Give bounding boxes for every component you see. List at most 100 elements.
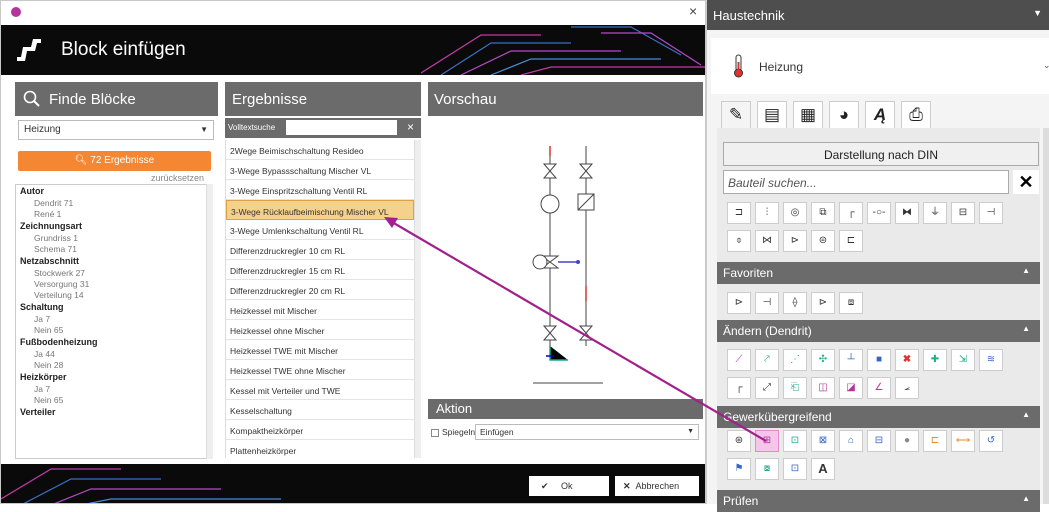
- edit-angle-2-icon[interactable]: ⦟: [895, 377, 919, 399]
- tool-pump-icon[interactable]: ⌽: [727, 230, 751, 252]
- panel-header[interactable]: Haustechnik ▼: [707, 0, 1049, 30]
- tool-shape-icon[interactable]: ⊐: [727, 202, 751, 224]
- text-tool-icon[interactable]: A: [811, 458, 835, 480]
- fav-valve-icon[interactable]: ⟠: [783, 292, 807, 314]
- result-item[interactable]: 3-Wege Bypassschaltung Mischer VL: [226, 160, 414, 180]
- cross-grid-icon[interactable]: ⊠: [811, 430, 835, 452]
- text-style-icon[interactable]: Ą: [865, 101, 895, 129]
- tool-heater-icon[interactable]: ⧉: [811, 202, 835, 224]
- result-item[interactable]: Heizkessel ohne Mischer: [226, 320, 414, 340]
- tool-reducer-icon[interactable]: ⊳: [783, 230, 807, 252]
- clear-component-search-button[interactable]: ✕: [1013, 170, 1039, 194]
- edit-document-icon[interactable]: ⎗: [783, 377, 807, 399]
- facet-option[interactable]: Nein 65: [16, 325, 212, 336]
- facet-option[interactable]: Schema 71: [16, 244, 212, 255]
- edit-extend-icon[interactable]: ⤤: [755, 349, 779, 371]
- facet-option[interactable]: Dendrit 71: [16, 198, 212, 209]
- tool-check-valve-icon[interactable]: ⋈: [755, 230, 779, 252]
- facet-scrollbar[interactable]: [206, 184, 213, 459]
- result-item[interactable]: Heizkessel TWE mit Mischer: [226, 340, 414, 360]
- edit-route-icon[interactable]: ⇲: [951, 349, 975, 371]
- tool-ring-icon[interactable]: ◎: [783, 202, 807, 224]
- edit-diagonal-icon[interactable]: ⤢: [755, 377, 779, 399]
- close-button[interactable]: ×: [689, 3, 697, 19]
- fav-reducer-2-icon[interactable]: ⊳: [811, 292, 835, 314]
- cross-rotate-icon[interactable]: ↺: [979, 430, 1003, 452]
- component-search-input[interactable]: Bauteil suchen...: [723, 170, 1009, 194]
- edit-fill-icon[interactable]: ◫: [811, 377, 835, 399]
- result-item[interactable]: Differenzdruckregler 10 cm RL: [226, 240, 414, 260]
- tool-boiler-icon[interactable]: ⏚: [923, 202, 947, 224]
- cross-panel-icon[interactable]: ⊟: [867, 430, 891, 452]
- facet-option[interactable]: Ja 7: [16, 384, 212, 395]
- reset-link[interactable]: zurücksetzen: [151, 173, 204, 183]
- result-item[interactable]: Heizkessel TWE ohne Mischer: [226, 360, 414, 380]
- result-item[interactable]: 3-Wege Umlenkschaltung Ventil RL: [226, 220, 414, 240]
- tool-radiator-icon[interactable]: ⫶: [755, 202, 779, 224]
- edit-corner-icon[interactable]: ┌: [727, 377, 751, 399]
- result-item[interactable]: Heizkessel mit Mischer: [226, 300, 414, 320]
- results-button[interactable]: 🔍︎ 72 Ergebnisse: [18, 151, 211, 171]
- cross-camera-icon[interactable]: ⧇: [755, 458, 779, 480]
- facet-option[interactable]: Stockwerk 27: [16, 268, 212, 279]
- facet-option[interactable]: Nein 28: [16, 360, 212, 371]
- cross-flag-icon[interactable]: ⚑: [727, 458, 751, 480]
- tool-valve-icon[interactable]: -○-: [867, 202, 891, 224]
- result-item[interactable]: Differenzdruckregler 15 cm RL: [226, 260, 414, 280]
- fav-connector-icon[interactable]: ⊣: [755, 292, 779, 314]
- facet-option[interactable]: Ja 7: [16, 314, 212, 325]
- edit-tee-icon[interactable]: ┴: [839, 349, 863, 371]
- edit-split-icon[interactable]: ⋰: [783, 349, 807, 371]
- home-icon[interactable]: ⌂: [839, 430, 863, 452]
- calculator-icon[interactable]: ▦: [793, 101, 823, 129]
- fav-meter-icon[interactable]: ⧈: [839, 292, 863, 314]
- section-cross-trade[interactable]: Gewerkübergreifend ▲: [717, 406, 1040, 428]
- insert-block-icon[interactable]: ⊞: [755, 430, 779, 452]
- ok-button[interactable]: ✔ Ok: [529, 476, 609, 496]
- edit-join-icon[interactable]: ✣: [811, 349, 835, 371]
- tool-tank-icon[interactable]: ⊟: [951, 202, 975, 224]
- cross-block-edit-icon[interactable]: ⊡: [783, 430, 807, 452]
- result-item[interactable]: 3-Wege Rücklaufbeimischung Mischer VL: [226, 200, 414, 220]
- cross-layers-icon[interactable]: ⊛: [727, 430, 751, 452]
- facet-option[interactable]: Versorgung 31: [16, 279, 212, 290]
- result-item[interactable]: 2Wege Beimischschaltung Resideo: [226, 140, 414, 160]
- clear-search-button[interactable]: ×: [407, 120, 414, 134]
- cross-screen-icon[interactable]: ⊡: [783, 458, 807, 480]
- tool-fitting-icon[interactable]: ⧓: [895, 202, 919, 224]
- tool-pipe-icon[interactable]: ┌: [839, 202, 863, 224]
- edit-add-icon[interactable]: ✚: [923, 349, 947, 371]
- facet-option[interactable]: Grundriss 1: [16, 233, 212, 244]
- cancel-button[interactable]: ✕ Abbrechen: [615, 476, 699, 496]
- section-check[interactable]: Prüfen ▲: [717, 490, 1040, 512]
- edit-fill-2-icon[interactable]: ◪: [839, 377, 863, 399]
- insert-mode-dropdown[interactable]: Einfügen ▼: [475, 424, 699, 440]
- tool-box-icon[interactable]: ⊏: [839, 230, 863, 252]
- facet-option[interactable]: René 1: [16, 209, 212, 220]
- panel-scrollbar[interactable]: [1043, 128, 1049, 504]
- result-item[interactable]: Plattenheizkörper: [226, 440, 414, 458]
- section-favorites[interactable]: Favoriten ▲: [717, 262, 1040, 284]
- facet-option[interactable]: Nein 65: [16, 395, 212, 406]
- category-dropdown[interactable]: Heizung ▼: [18, 120, 214, 140]
- fulltext-input[interactable]: [286, 120, 397, 135]
- tool-connector-icon[interactable]: ⊣: [979, 202, 1003, 224]
- cross-folder-icon[interactable]: ⊏: [923, 430, 947, 452]
- result-item[interactable]: 3-Wege Einspritzschaltung Ventil RL: [226, 180, 414, 200]
- fav-reducer-icon[interactable]: ⊳: [727, 292, 751, 314]
- edit-move-icon[interactable]: ■: [867, 349, 891, 371]
- tool-cylinder-icon[interactable]: ⊜: [811, 230, 835, 252]
- cross-dot-icon[interactable]: ●: [895, 430, 919, 452]
- edit-angle-icon[interactable]: ∠: [867, 377, 891, 399]
- edit-trim-icon[interactable]: ⟋: [727, 349, 751, 371]
- result-item[interactable]: Kessel mit Verteiler und TWE: [226, 380, 414, 400]
- pie-icon[interactable]: ◕: [829, 101, 859, 129]
- facet-option[interactable]: Verteilung 14: [16, 290, 212, 301]
- mirror-checkbox[interactable]: Spiegeln: [431, 427, 475, 437]
- facet-option[interactable]: Ja 44: [16, 349, 212, 360]
- result-item[interactable]: Kesselschaltung: [226, 400, 414, 420]
- edit-delete-icon[interactable]: ✖: [895, 349, 919, 371]
- section-modify[interactable]: Ändern (Dendrit) ▲: [717, 320, 1040, 342]
- printer-icon[interactable]: ⎙: [901, 101, 931, 129]
- result-item[interactable]: Differenzdruckregler 20 cm RL: [226, 280, 414, 300]
